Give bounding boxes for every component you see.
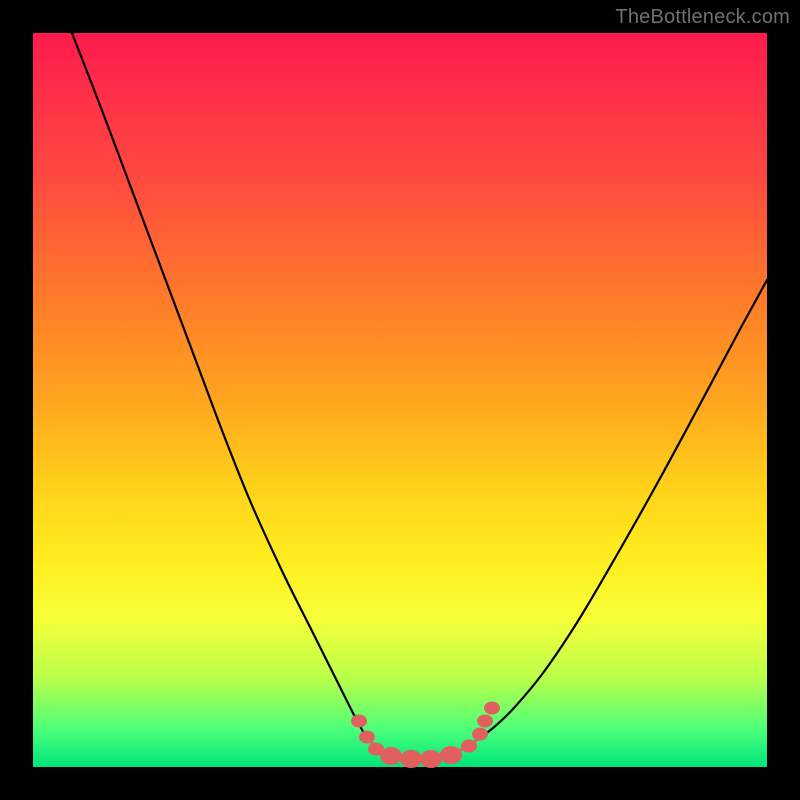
watermark-text: TheBottleneck.com [615, 6, 790, 29]
marker-dot [359, 730, 375, 743]
marker-dot [400, 750, 422, 768]
curve-layer [33, 33, 767, 767]
chart-frame: TheBottleneck.com [0, 0, 800, 800]
marker-dot [461, 739, 477, 752]
marker-dot [477, 714, 493, 727]
marker-dot [351, 714, 367, 727]
marker-dot [420, 750, 442, 768]
marker-dot [380, 747, 402, 765]
series-group [72, 33, 767, 759]
marker-dot [440, 746, 462, 764]
series-right-arm [478, 280, 767, 739]
series-left-arm [72, 33, 365, 735]
plot-area [33, 33, 767, 767]
marker-dot [472, 727, 488, 740]
marker-dot [484, 701, 500, 714]
marker-group [351, 701, 500, 768]
